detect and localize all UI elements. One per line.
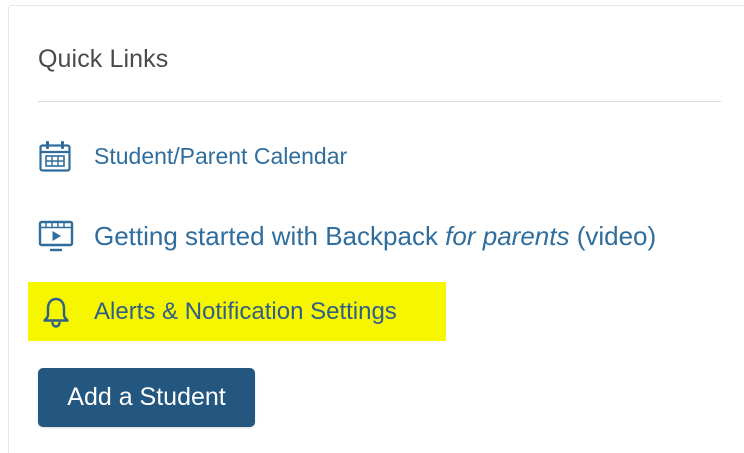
bell-icon: [38, 295, 74, 329]
divider: [38, 101, 721, 102]
alerts-link-label: Alerts & Notification Settings: [94, 298, 397, 325]
video-link-label-start: Getting started with Backpack: [94, 220, 446, 251]
calendar-link-label: Student/Parent Calendar: [94, 142, 348, 169]
add-a-student-button[interactable]: Add a Student: [38, 368, 255, 427]
getting-started-video-link[interactable]: Getting started with Backpack for parent…: [38, 216, 656, 256]
quick-links-title: Quick Links: [38, 45, 169, 73]
video-link-label-end: (video): [569, 220, 657, 251]
student-parent-calendar-link[interactable]: Student/Parent Calendar: [38, 138, 347, 174]
page: Quick Links Student/Parent Calendar Gett…: [0, 0, 744, 453]
alerts-notification-settings-link[interactable]: Alerts & Notification Settings: [38, 292, 397, 332]
video-icon: [38, 219, 74, 253]
video-link-label: Getting started with Backpack for parent…: [94, 221, 656, 252]
calendar-icon: [38, 139, 74, 173]
video-link-label-italic: for parents: [445, 220, 570, 251]
